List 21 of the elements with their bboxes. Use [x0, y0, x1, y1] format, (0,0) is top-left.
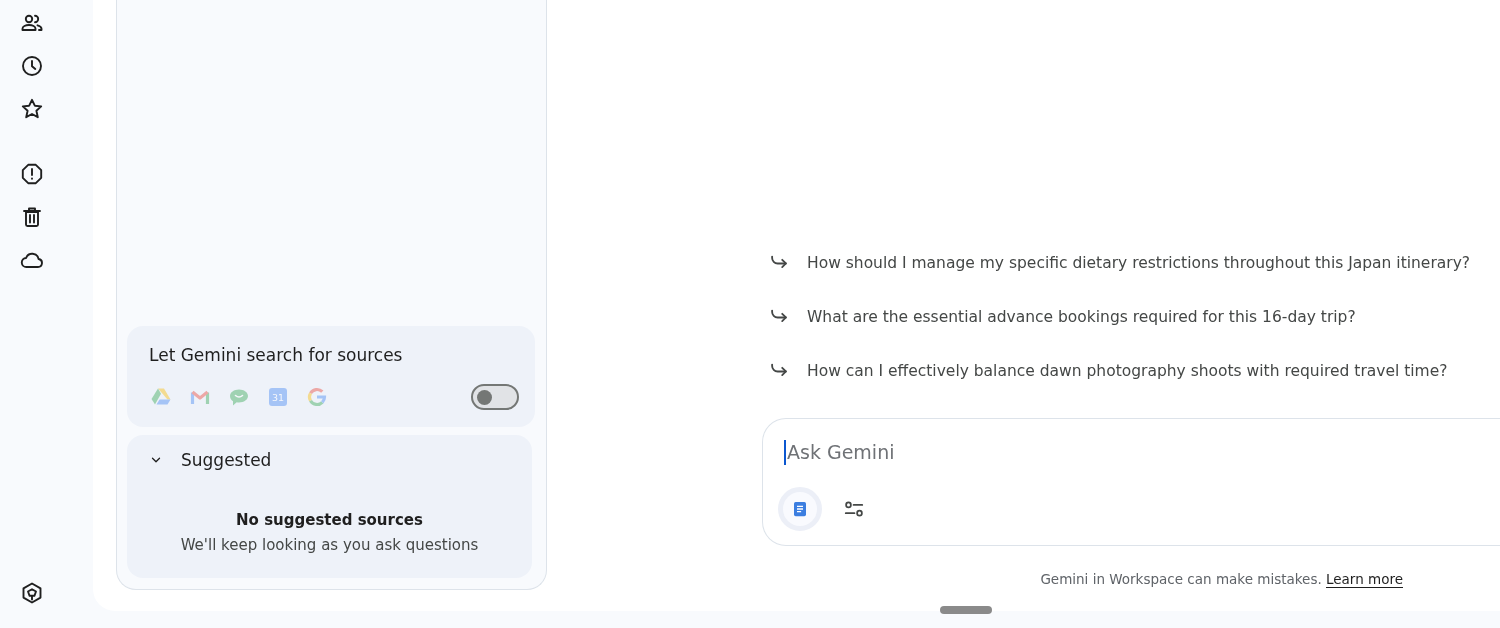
- clock-icon[interactable]: [20, 54, 44, 78]
- alert-icon[interactable]: [20, 162, 44, 186]
- suggested-toggle[interactable]: Suggested: [149, 448, 272, 472]
- trash-icon[interactable]: [20, 205, 44, 229]
- calendar-icon: 31: [266, 385, 290, 409]
- disclaimer-text: Gemini in Workspace can make mistakes. Learn more: [1039, 570, 1404, 589]
- star-icon[interactable]: [20, 97, 44, 121]
- empty-state-title: No suggested sources: [235, 510, 424, 531]
- search-card-title: Let Gemini search for sources: [149, 344, 404, 367]
- google-logo-icon: [305, 385, 329, 409]
- empty-state-message: We'll keep looking as you ask questions: [179, 535, 480, 556]
- learn-more-link[interactable]: Learn more: [1326, 571, 1403, 587]
- hexagon-logo-icon[interactable]: [20, 581, 44, 605]
- toggle-switch[interactable]: [471, 384, 519, 410]
- suggested-question[interactable]: What are the essential advance bookings required for this 16-day trip?: [762, 297, 1356, 337]
- prompt-input[interactable]: Ask Gemini: [786, 438, 1500, 466]
- document-button[interactable]: [778, 487, 822, 531]
- drag-handle[interactable]: [940, 606, 992, 614]
- document-icon: [791, 500, 809, 518]
- suggested-question[interactable]: How should I manage my specific dietary restrictions throughout this Japan itinerary?: [762, 243, 1471, 283]
- suggested-question[interactable]: How can I effectively balance dawn photography shoots with required travel time?: [762, 351, 1448, 391]
